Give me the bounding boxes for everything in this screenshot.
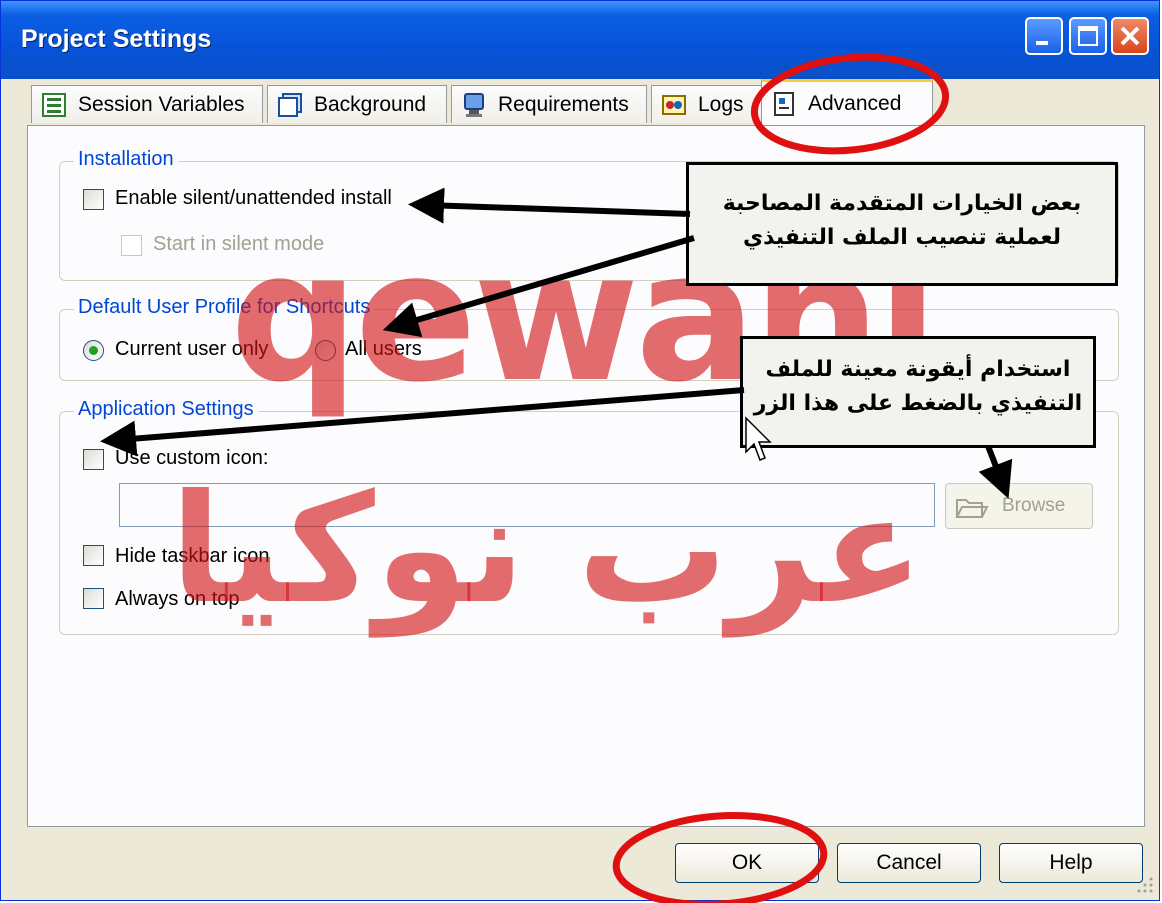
session-variables-icon <box>42 92 66 117</box>
tab-requirements[interactable]: Requirements <box>451 85 647 123</box>
tab-strip: Session Variables Background Requirement… <box>1 79 1159 127</box>
user-profile-legend: Default User Profile for Shortcuts <box>74 296 375 319</box>
start-silent-label[interactable]: Start in silent mode <box>153 233 324 256</box>
browse-label: Browse <box>1002 495 1066 516</box>
close-button[interactable] <box>1111 17 1149 55</box>
all-users-radio[interactable] <box>315 340 336 361</box>
project-settings-window: Project Settings Session Variables Backg… <box>0 0 1160 901</box>
requirements-icon <box>464 92 484 117</box>
start-silent-checkbox[interactable] <box>121 235 142 256</box>
resize-grip-icon[interactable] <box>1133 873 1155 895</box>
close-icon <box>1120 26 1140 46</box>
window-title: Project Settings <box>21 25 212 53</box>
custom-icon-checkbox[interactable] <box>83 449 104 470</box>
minimize-button[interactable] <box>1025 17 1063 55</box>
background-icon <box>278 92 302 117</box>
current-user-radio[interactable] <box>83 340 104 361</box>
folder-open-icon <box>955 499 989 518</box>
tab-background[interactable]: Background <box>267 85 447 123</box>
tab-session-variables[interactable]: Session Variables <box>31 85 263 123</box>
application-settings-legend: Application Settings <box>74 398 258 421</box>
installation-legend: Installation <box>74 148 178 171</box>
callout-advanced-options: بعض الخيارات المتقدمة المصاحبة لعملية تن… <box>686 162 1118 286</box>
current-user-label[interactable]: Current user only <box>115 338 268 361</box>
cancel-button[interactable]: Cancel <box>837 843 981 883</box>
logs-icon <box>662 94 686 115</box>
enable-silent-label[interactable]: Enable silent/unattended install <box>115 187 392 210</box>
callout-custom-icon: استخدام أيقونة معينة للملف التنفيذي بالض… <box>740 336 1096 448</box>
tab-label: Background <box>314 92 427 116</box>
tab-label: Logs <box>698 92 744 116</box>
maximize-icon <box>1078 26 1098 46</box>
always-on-top-checkbox[interactable] <box>83 588 104 609</box>
all-users-label[interactable]: All users <box>345 338 422 361</box>
radio-selected-dot <box>89 346 98 355</box>
hide-taskbar-checkbox[interactable] <box>83 545 104 566</box>
hide-taskbar-label[interactable]: Hide taskbar icon <box>115 545 270 568</box>
tab-label: Advanced <box>808 91 902 115</box>
title-bar[interactable]: Project Settings <box>1 1 1159 79</box>
tab-label: Session Variables <box>78 92 245 116</box>
tab-label: Requirements <box>498 92 629 116</box>
help-button[interactable]: Help <box>999 843 1143 883</box>
maximize-button[interactable] <box>1069 17 1107 55</box>
always-on-top-label[interactable]: Always on top <box>115 588 240 611</box>
ok-button[interactable]: OK <box>675 843 819 883</box>
advanced-icon <box>774 91 794 116</box>
minimize-icon <box>1036 41 1048 45</box>
custom-icon-label[interactable]: Use custom icon: <box>115 447 268 470</box>
enable-silent-checkbox[interactable] <box>83 189 104 210</box>
icon-path-input[interactable] <box>119 483 935 527</box>
tab-advanced[interactable]: Advanced <box>761 79 933 125</box>
tab-logs[interactable]: Logs <box>651 85 763 123</box>
browse-button[interactable]: Browse <box>945 483 1093 529</box>
